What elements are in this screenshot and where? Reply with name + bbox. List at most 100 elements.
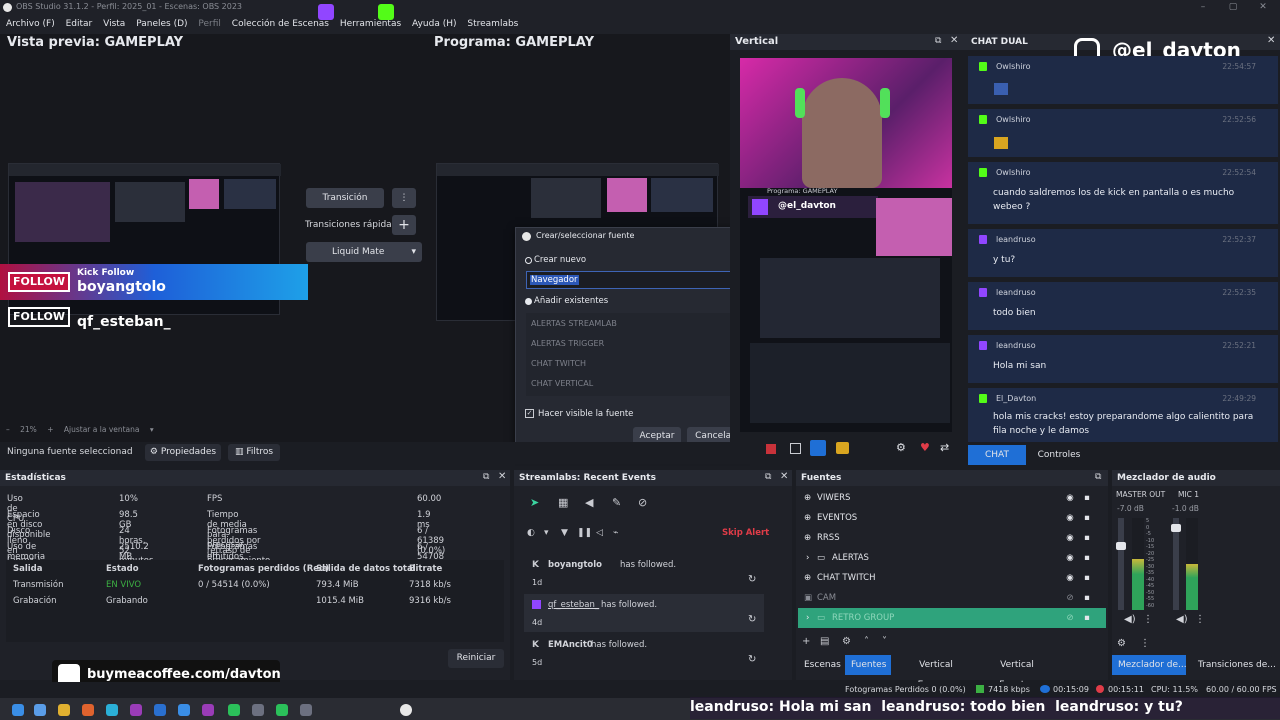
lock-icon[interactable]: ▪ (1081, 548, 1093, 568)
existing-item[interactable]: ALERTAS STREAMLAB (531, 319, 617, 328)
spotify-icon[interactable] (228, 704, 240, 716)
visible-checkbox[interactable]: ✓ (525, 409, 534, 418)
undock-icon[interactable]: ⧉ (483, 472, 489, 482)
source-item[interactable]: ▣ CAM ⊘ ▪ (798, 588, 1106, 608)
menu-coleccion[interactable]: Colección de Escenas (232, 14, 329, 34)
app-icon[interactable] (276, 704, 288, 716)
eye-hidden-icon[interactable]: ⊘ (1064, 588, 1076, 608)
mute-icon[interactable]: ◁ (596, 528, 603, 538)
create-new-label[interactable]: Crear nuevo (534, 255, 586, 265)
browser-icon[interactable] (82, 704, 94, 716)
maximize-icon[interactable]: ▢ (1218, 0, 1248, 14)
undock-icon[interactable]: ⧉ (765, 472, 771, 482)
zoom-out-button[interactable]: – (6, 425, 10, 434)
eye-hidden-icon[interactable]: ⊘ (1064, 608, 1076, 628)
pause-icon[interactable]: ❚❚ (577, 528, 592, 538)
replay-icon[interactable]: ↻ (748, 574, 756, 585)
eye-icon[interactable]: ◉ (1064, 528, 1076, 548)
fader-handle[interactable] (1116, 542, 1126, 550)
folder-icon[interactable] (58, 704, 70, 716)
move-down-icon[interactable]: ˅ (882, 636, 887, 647)
screenshot-icon[interactable] (836, 442, 849, 454)
tab-escenas[interactable]: Escenas (798, 655, 841, 675)
gear-icon[interactable]: ⚙ (896, 441, 906, 454)
chevron-down-icon[interactable]: ▾ (544, 528, 549, 538)
app-icon[interactable] (300, 704, 312, 716)
fader-handle[interactable] (1171, 524, 1181, 532)
stop-icon[interactable] (790, 443, 801, 454)
skip-alert-button[interactable]: Skip Alert (722, 528, 769, 538)
undock-icon[interactable]: ⧉ (935, 36, 941, 46)
add-existing-label[interactable]: Añadir existentes (534, 296, 608, 306)
menu-archivo[interactable]: Archivo (F) (6, 14, 55, 34)
tab-mixer[interactable]: Mezclador de... (1112, 655, 1186, 675)
menu-editar[interactable]: Editar (66, 14, 93, 34)
move-up-icon[interactable]: ˄ (864, 636, 869, 647)
transition-menu-icon[interactable]: ⋮ (392, 188, 416, 208)
app-icon[interactable] (178, 704, 190, 716)
eye-icon[interactable]: ◉ (1064, 568, 1076, 588)
chevron-down-icon[interactable]: ▾ (150, 425, 154, 434)
mixer-menu-icon[interactable]: ⋮ (1195, 614, 1205, 625)
tab-chat-dual[interactable]: CHAT DUAL (968, 445, 1026, 480)
source-item-selected[interactable]: › ▭ RETRO GROUP ⊘ ▪ (798, 608, 1106, 628)
lock-icon[interactable]: ▪ (1081, 568, 1093, 588)
fit-window-label[interactable]: Ajustar a la ventana (64, 425, 140, 434)
eye-icon[interactable]: ◉ (1064, 488, 1076, 508)
tab-transitions[interactable]: Transiciones de... (1192, 655, 1280, 675)
filters-button[interactable]: ▥ Filtros (228, 444, 280, 461)
lock-icon[interactable]: ▪ (1081, 508, 1093, 528)
eye-icon[interactable]: ◉ (1064, 508, 1076, 528)
source-item[interactable]: ⊕ EVENTOS ◉ ▪ (798, 508, 1106, 528)
send-icon[interactable]: ➤ (530, 496, 539, 509)
close-icon[interactable]: ✕ (780, 471, 788, 482)
mixer-menu-icon[interactable]: ⋮ (1143, 614, 1153, 625)
existing-item[interactable]: ALERTAS TRIGGER (531, 339, 604, 348)
mic-fader[interactable] (1171, 518, 1181, 610)
chevron-right-icon[interactable]: › (806, 608, 809, 628)
megaphone-icon[interactable]: ◀ (585, 496, 593, 509)
app-icon[interactable] (202, 704, 214, 716)
source-name-input[interactable]: Navegador (526, 271, 743, 289)
lock-icon[interactable]: ▪ (1081, 588, 1093, 608)
pen-icon[interactable]: ✎ (612, 496, 621, 509)
existing-item[interactable]: CHAT VERTICAL (531, 379, 593, 388)
lock-icon[interactable]: ▪ (1081, 608, 1093, 628)
record-icon[interactable] (766, 444, 776, 454)
tab-fuentes[interactable]: Fuentes (845, 655, 891, 675)
minimize-icon[interactable]: – (1188, 0, 1218, 14)
close-icon[interactable]: ✕ (1248, 0, 1278, 14)
add-transition-icon[interactable]: + (392, 215, 416, 235)
properties-button[interactable]: ⚙ Propiedades (145, 444, 221, 461)
create-new-radio[interactable] (525, 257, 532, 264)
menu-perfil[interactable]: Perfil (198, 14, 221, 34)
app-icon[interactable] (130, 704, 142, 716)
tab-controles[interactable]: Controles (1030, 445, 1088, 465)
master-fader[interactable] (1116, 518, 1126, 610)
chevron-right-icon[interactable]: › (806, 548, 809, 568)
add-source-icon[interactable]: + (802, 636, 810, 647)
link-icon[interactable]: ⊘ (638, 496, 647, 509)
source-item[interactable]: › ▭ ALERTAS ◉ ▪ (798, 548, 1106, 568)
trash-icon[interactable]: ▤ (820, 636, 829, 647)
menu-paneles[interactable]: Paneles (D) (136, 14, 187, 34)
source-item[interactable]: ⊕ RRSS ◉ ▪ (798, 528, 1106, 548)
lock-icon[interactable]: ▪ (1081, 528, 1093, 548)
speaker-icon[interactable]: ◀) (1176, 614, 1188, 625)
transition-button[interactable]: Transición (306, 188, 384, 208)
mixer-options-icon[interactable]: ⋮ (1140, 638, 1150, 649)
zoom-in-button[interactable]: + (47, 425, 53, 434)
menu-ayuda[interactable]: Ayuda (H) (412, 14, 456, 34)
tab-vertical-fuentes[interactable]: Vertical Fuentes (980, 655, 1054, 690)
gear-icon[interactable]: ⚙ (1117, 638, 1126, 649)
source-item[interactable]: ⊕ CHAT TWITCH ◉ ▪ (798, 568, 1106, 588)
replay-icon[interactable] (810, 440, 826, 456)
menu-streamlabs[interactable]: Streamlabs (467, 14, 518, 34)
menu-vista[interactable]: Vista (103, 14, 125, 34)
gear-icon[interactable]: ⚙ (842, 636, 851, 647)
heart-icon[interactable]: ♥ (920, 441, 930, 454)
obs-taskbar-icon[interactable] (400, 704, 412, 716)
shield-icon[interactable]: ◐ (527, 528, 535, 538)
skip-icon[interactable]: ⌁ (613, 528, 618, 538)
reset-button[interactable]: Reiniciar (448, 649, 504, 668)
